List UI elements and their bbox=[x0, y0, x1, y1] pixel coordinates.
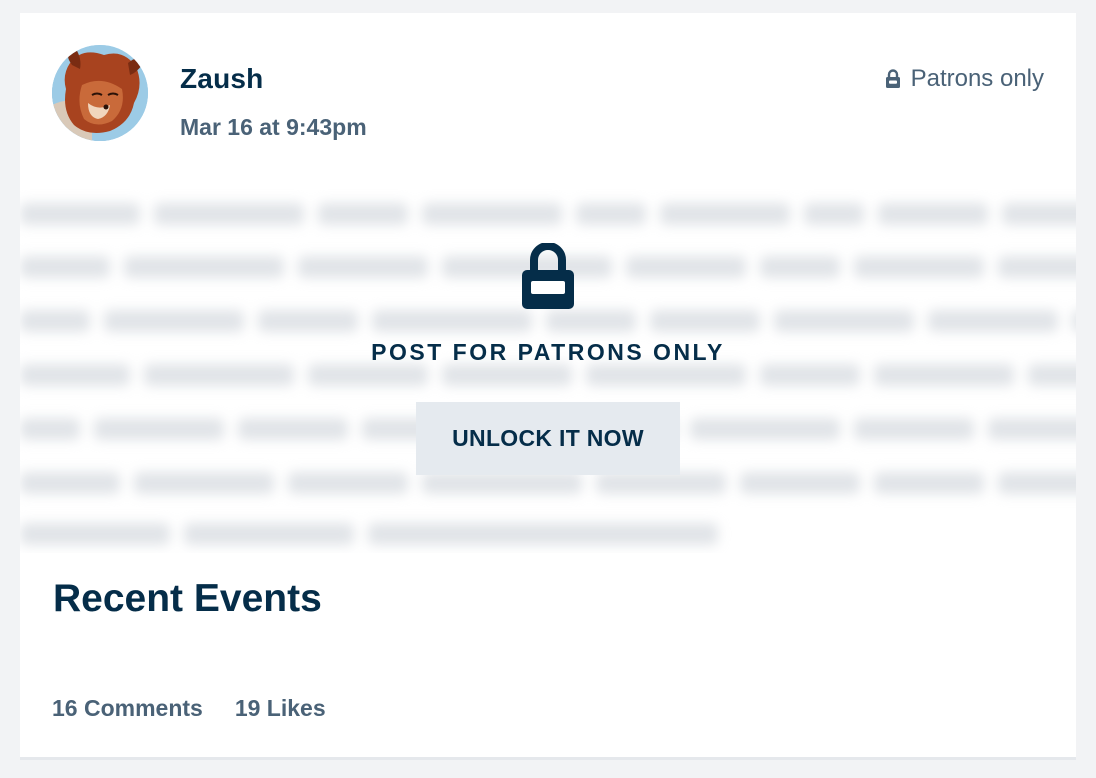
visibility-label: Patrons only bbox=[910, 65, 1044, 92]
avatar[interactable] bbox=[52, 45, 148, 141]
post-stats: 16 Comments 19 Likes bbox=[52, 695, 326, 722]
comments-link[interactable]: 16 Comments bbox=[52, 695, 203, 722]
likes-link[interactable]: 19 Likes bbox=[235, 695, 326, 722]
avatar-image bbox=[52, 45, 148, 141]
post-date[interactable]: Mar 16 at 9:43pm bbox=[180, 114, 367, 141]
author-name[interactable]: Zaush bbox=[180, 63, 263, 95]
lock-icon bbox=[522, 243, 574, 309]
blurred-line bbox=[20, 306, 1076, 332]
post-title[interactable]: Recent Events bbox=[53, 577, 322, 621]
post-card: Zaush Mar 16 at 9:43pm Patrons only POST… bbox=[20, 13, 1076, 760]
visibility-indicator: Patrons only bbox=[885, 65, 1044, 93]
unlock-button[interactable]: UNLOCK IT NOW bbox=[416, 402, 680, 475]
lock-icon bbox=[885, 69, 900, 88]
blurred-line bbox=[20, 199, 1076, 225]
blurred-post-content bbox=[20, 183, 1076, 553]
locked-post-title: POST FOR PATRONS ONLY bbox=[371, 339, 725, 365]
blurred-line bbox=[20, 519, 732, 545]
